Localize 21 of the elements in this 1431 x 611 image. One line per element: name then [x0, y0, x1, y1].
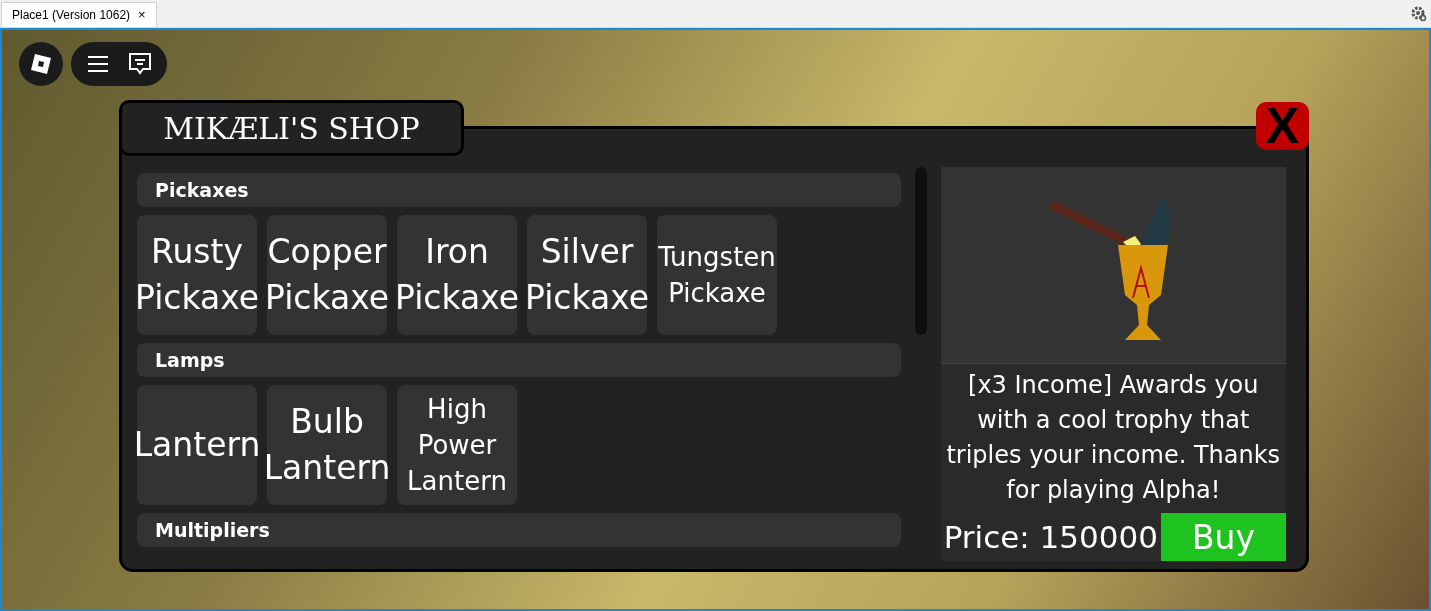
shop-item-button[interactable]: High Power Lantern — [397, 385, 517, 505]
shop-item-button[interactable]: Bulb Lantern — [267, 385, 387, 505]
document-tab[interactable]: Place1 (Version 1062) × — [1, 2, 157, 27]
tab-title: Place1 (Version 1062) — [12, 7, 131, 24]
shop-item-button[interactable]: Copper Pickaxe — [267, 215, 387, 335]
tab-close-button[interactable]: × — [138, 5, 146, 25]
shop-item-button[interactable]: Silver Pickaxe — [527, 215, 647, 335]
shop-item-button[interactable]: Iron Pickaxe — [397, 215, 517, 335]
section-header: Pickaxes — [137, 173, 901, 207]
shop-item-button[interactable]: Tungsten Pickaxe — [657, 215, 777, 335]
price-label: Price: 150000 — [942, 517, 1159, 557]
item-description: [x3 Income] Awards you with a cool trophy that triples your income. Thanks for playing Alpha! — [945, 370, 1282, 506]
section-header: Lamps — [137, 343, 901, 377]
square-logo-icon — [30, 53, 52, 75]
logo-button[interactable] — [19, 42, 63, 86]
settings-icon[interactable] — [1411, 6, 1427, 22]
shop-item-button[interactable]: Rusty Pickaxe — [137, 215, 257, 335]
chat-icon[interactable] — [127, 52, 152, 76]
menu-icon[interactable] — [86, 55, 109, 73]
shop-item-button[interactable]: Lantern — [137, 385, 257, 505]
section-header: Multipliers — [137, 513, 901, 547]
